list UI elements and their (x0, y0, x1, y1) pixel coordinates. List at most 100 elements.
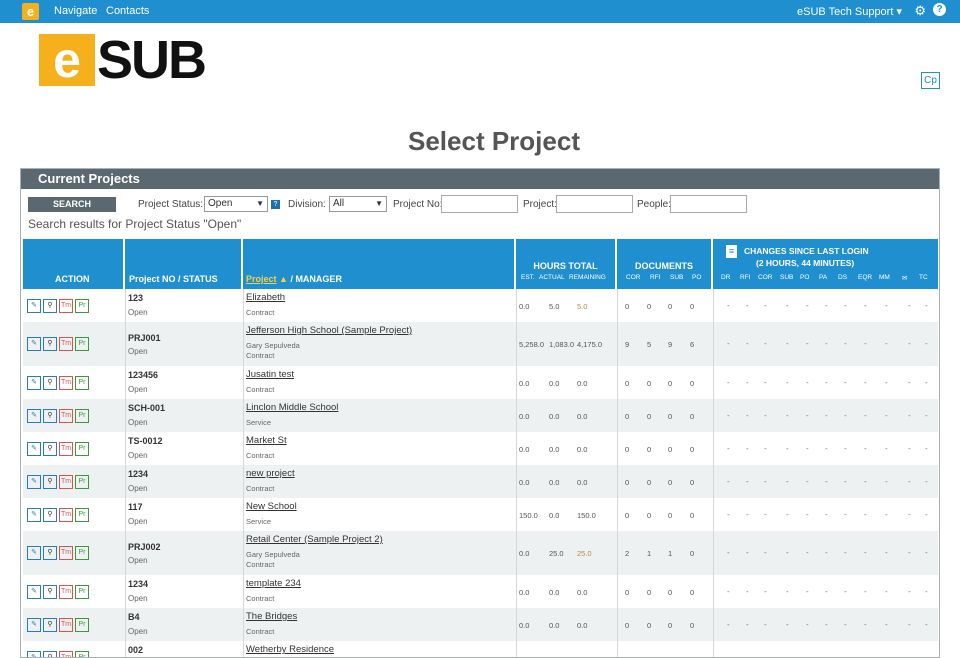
timecard-button[interactable]: Tm (59, 299, 73, 313)
search-button[interactable]: SEARCH (28, 197, 116, 212)
edit-icon[interactable]: ✎ (27, 651, 41, 657)
project-name-link[interactable]: Linclon Middle School (246, 402, 338, 413)
division-select[interactable]: All ▼ (329, 196, 387, 212)
timecard-button[interactable]: Tm (59, 651, 73, 657)
doc-rfi[interactable]: 0 (647, 379, 651, 388)
edit-icon[interactable]: ✎ (27, 508, 41, 522)
timecard-button[interactable]: Tm (59, 442, 73, 456)
doc-rfi[interactable]: 0 (647, 511, 651, 520)
project-name-link[interactable]: Wetherby Residence (246, 644, 334, 655)
doc-po[interactable]: 0 (690, 379, 694, 388)
production-button[interactable]: Pr (75, 442, 89, 456)
project-name-link[interactable]: Retail Center (Sample Project 2) (246, 534, 383, 545)
doc-po[interactable]: 0 (690, 588, 694, 597)
table-row[interactable]: ✎ ⚲ Tm Pr 1234 Open new project Contract 0.0 0.0 0… (23, 465, 938, 498)
user-menu[interactable]: eSUB Tech Support ▾ (797, 5, 902, 18)
production-button[interactable]: Pr (75, 546, 89, 560)
doc-sub[interactable]: 0 (668, 379, 672, 388)
view-icon[interactable]: ⚲ (43, 618, 57, 632)
view-icon[interactable]: ⚲ (43, 651, 57, 657)
project-name-link[interactable]: Jefferson High School (Sample Project) (246, 325, 412, 336)
doc-sub[interactable]: 0 (668, 588, 672, 597)
edit-icon[interactable]: ✎ (27, 546, 41, 560)
doc-cor[interactable]: 2 (625, 549, 629, 558)
production-button[interactable]: Pr (75, 299, 89, 313)
help-icon[interactable]: ? (271, 200, 280, 209)
table-row[interactable]: ✎ ⚲ Tm Pr 123456 Open Jusatin test Contract 0.0 0… (23, 366, 938, 399)
table-row[interactable]: ✎ ⚲ Tm Pr SCH-001 Open Linclon Middle School Se… (23, 399, 938, 432)
production-button[interactable]: Pr (75, 337, 89, 351)
table-row[interactable]: ✎ ⚲ Tm Pr PRJ002 Open Retail Center (Sample Pr… (23, 531, 938, 575)
timecard-button[interactable]: Tm (59, 475, 73, 489)
nav-navigate[interactable]: Navigate (54, 5, 97, 17)
production-button[interactable]: Pr (75, 475, 89, 489)
edit-icon[interactable]: ✎ (27, 299, 41, 313)
doc-sub[interactable]: 0 (668, 412, 672, 421)
edit-icon[interactable]: ✎ (27, 409, 41, 423)
edit-icon[interactable]: ✎ (27, 376, 41, 390)
project-name-link[interactable]: New School (246, 501, 297, 512)
doc-po[interactable]: 0 (690, 445, 694, 454)
doc-rfi[interactable]: 0 (647, 588, 651, 597)
production-button[interactable]: Pr (75, 409, 89, 423)
project-name-link[interactable]: new project (246, 468, 295, 479)
doc-rfi[interactable]: 0 (647, 478, 651, 487)
view-icon[interactable]: ⚲ (43, 442, 57, 456)
view-icon[interactable]: ⚲ (43, 475, 57, 489)
doc-sub[interactable]: 0 (668, 302, 672, 311)
people-input[interactable] (670, 195, 747, 213)
timecard-button[interactable]: Tm (59, 409, 73, 423)
doc-po[interactable]: 0 (690, 302, 694, 311)
doc-rfi[interactable]: 0 (647, 621, 651, 630)
doc-sub[interactable]: 1 (668, 549, 672, 558)
doc-cor[interactable]: 0 (625, 445, 629, 454)
timecard-button[interactable]: Tm (59, 546, 73, 560)
doc-rfi[interactable]: 0 (647, 412, 651, 421)
doc-po[interactable]: 0 (690, 412, 694, 421)
doc-sub[interactable]: 9 (668, 340, 672, 349)
doc-rfi[interactable]: 5 (647, 340, 651, 349)
view-icon[interactable]: ⚲ (43, 337, 57, 351)
doc-po[interactable]: 6 (690, 340, 694, 349)
edit-icon[interactable]: ✎ (27, 337, 41, 351)
view-icon[interactable]: ⚲ (43, 409, 57, 423)
timecard-button[interactable]: Tm (59, 585, 73, 599)
view-icon[interactable]: ⚲ (43, 376, 57, 390)
table-row[interactable]: ✎ ⚲ Tm Pr 117 Open New School Service 150.0 0.0 15… (23, 498, 938, 531)
production-button[interactable]: Pr (75, 508, 89, 522)
edit-icon[interactable]: ✎ (27, 618, 41, 632)
doc-cor[interactable]: 0 (625, 588, 629, 597)
production-button[interactable]: Pr (75, 618, 89, 632)
project-no-input[interactable] (441, 195, 518, 213)
doc-sub[interactable]: 0 (668, 621, 672, 630)
edit-icon[interactable]: ✎ (27, 442, 41, 456)
help-icon[interactable]: ? (933, 3, 946, 16)
header-project-manager[interactable]: Project ▲ / MANAGER (243, 239, 516, 289)
gear-icon[interactable]: ⚙ (914, 3, 926, 19)
view-icon[interactable]: ⚲ (43, 585, 57, 599)
doc-cor[interactable]: 0 (625, 302, 629, 311)
table-row[interactable]: ✎ ⚲ Tm Pr B4 Open The Bridges Contract 0.0 0.0 0.0… (23, 608, 938, 641)
table-row[interactable]: ✎ ⚲ Tm Pr 1234 Open template 234 Contract 0.0 0.0… (23, 575, 938, 608)
timecard-button[interactable]: Tm (59, 376, 73, 390)
project-name-link[interactable]: template 234 (246, 578, 301, 589)
doc-po[interactable]: 0 (690, 478, 694, 487)
production-button[interactable]: Pr (75, 585, 89, 599)
doc-po[interactable]: 0 (690, 549, 694, 558)
doc-cor[interactable]: 0 (625, 379, 629, 388)
doc-rfi[interactable]: 1 (647, 549, 651, 558)
project-status-select[interactable]: Open ▼ (204, 196, 268, 212)
table-row[interactable]: ✎ ⚲ Tm Pr TS-0012 Open Market St Contract 0.0 0.0… (23, 432, 938, 465)
view-icon[interactable]: ⚲ (43, 546, 57, 560)
timecard-button[interactable]: Tm (59, 508, 73, 522)
header-project-no[interactable]: Project NO / STATUS (125, 239, 243, 289)
project-name-link[interactable]: Market St (246, 435, 287, 446)
doc-rfi[interactable]: 0 (647, 445, 651, 454)
timecard-button[interactable]: Tm (59, 337, 73, 351)
view-icon[interactable]: ⚲ (43, 299, 57, 313)
view-icon[interactable]: ⚲ (43, 508, 57, 522)
doc-sub[interactable]: 0 (668, 511, 672, 520)
project-name-link[interactable]: Jusatin test (246, 369, 294, 380)
table-row[interactable]: ✎ ⚲ Tm Pr 123 Open Elizabeth Contract 0.0 5.0 5.0 0… (23, 289, 938, 322)
edit-icon[interactable]: ✎ (27, 585, 41, 599)
